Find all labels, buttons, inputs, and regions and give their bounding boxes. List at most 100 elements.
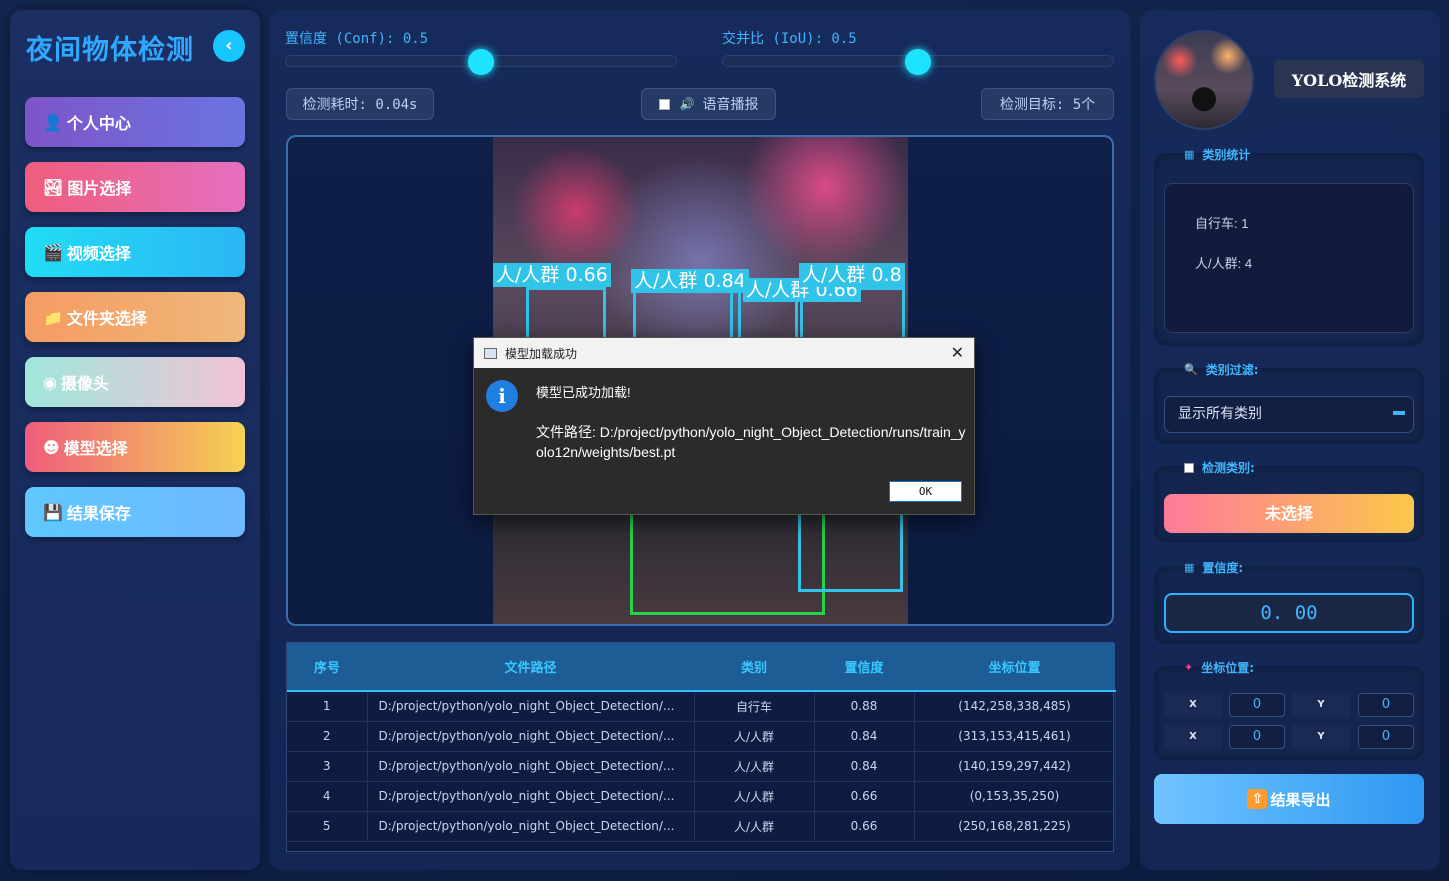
coord-y2-value: 0 <box>1358 725 1414 749</box>
filter-title-text: 类别过滤: <box>1205 363 1259 377</box>
stats-title-text: 类别统计 <box>1202 148 1251 162</box>
iou-slider[interactable] <box>722 49 1114 75</box>
conf-slider[interactable] <box>285 49 677 75</box>
close-icon[interactable]: ✕ <box>951 343 964 362</box>
nav-label: 文件夹选择 <box>66 309 147 328</box>
voice-label: 语音播报 <box>702 97 759 113</box>
cell-path: D:/project/python/yolo_night_Object_Dete… <box>367 751 695 781</box>
detection-time-box: 检测耗时: 0.04s <box>286 88 434 120</box>
nav-label: 结果保存 <box>66 504 131 523</box>
nav-personal-center-button[interactable]: 👤 个人中心 <box>25 97 245 147</box>
detect-class-title: 检测类别: <box>1184 459 1255 476</box>
cell-confidence: 0.84 <box>814 751 915 781</box>
coord-x2-label: X <box>1164 725 1222 749</box>
folder-icon: 📁 <box>43 307 63 327</box>
ok-button[interactable]: OK <box>889 481 962 502</box>
cell-confidence: 0.66 <box>814 781 915 811</box>
robot-icon: ☻ <box>43 437 60 457</box>
conf-slider-thumb[interactable] <box>468 49 494 75</box>
category-filter-select[interactable]: 显示所有类别 <box>1164 396 1414 433</box>
col-header[interactable]: 文件路径 <box>367 643 694 691</box>
stat-line: 自行车: 1 <box>1195 216 1249 231</box>
bar-chart-icon: ▦ <box>1184 561 1195 574</box>
coord-title: ✦ 坐标位置: <box>1184 659 1254 676</box>
nav-image-select-button[interactable]: 🏞 图片选择 <box>25 162 245 212</box>
detection-label: 人/人群 0.84 <box>631 269 749 293</box>
coord-title-text: 坐标位置: <box>1201 661 1255 675</box>
detection-box <box>630 507 825 615</box>
col-header[interactable]: 置信度 <box>814 643 914 691</box>
avatar <box>1154 30 1254 130</box>
image-icon: 🏞 <box>43 177 64 197</box>
detection-box <box>798 507 903 592</box>
col-header[interactable]: 序号 <box>287 643 367 691</box>
system-title: YOLO检测系统 <box>1274 60 1424 98</box>
confidence-title-text: 置信度: <box>1202 561 1244 575</box>
cell-coords: (313,153,415,461) <box>914 721 1116 751</box>
floppy-icon: 💾 <box>43 502 63 522</box>
coord-y-label: Y <box>1292 693 1350 717</box>
bar-chart-icon: ▦ <box>1184 148 1195 161</box>
info-icon: i <box>486 380 518 412</box>
detect-class-title-text: 检测类别: <box>1202 461 1255 475</box>
nav-label: 视频选择 <box>66 244 131 263</box>
table-row[interactable]: 4 D:/project/python/yolo_night_Object_De… <box>287 781 1116 811</box>
cell-class: 人/人群 <box>694 721 815 751</box>
nav-video-select-button[interactable]: 🎬 视频选择 <box>25 227 245 277</box>
chevron-left-icon[interactable]: ‹ <box>213 30 245 62</box>
coord-x-value: 0 <box>1229 693 1285 717</box>
voice-broadcast-toggle[interactable]: 🔊 语音播报 <box>641 88 776 120</box>
filter-value: 显示所有类别 <box>1178 406 1262 422</box>
table-row[interactable]: 3 D:/project/python/yolo_night_Object_De… <box>287 751 1116 781</box>
nav-folder-select-button[interactable]: 📁 文件夹选择 <box>25 292 245 342</box>
export-results-button[interactable]: ⇧ 结果导出 <box>1154 774 1424 824</box>
iou-slider-thumb[interactable] <box>905 49 931 75</box>
table-row[interactable]: 5 D:/project/python/yolo_night_Object_De… <box>287 811 1116 841</box>
nav-model-select-button[interactable]: ☻ 模型选择 <box>25 422 245 472</box>
dialog-title: 模型加载成功 <box>505 346 578 361</box>
window-icon <box>484 347 497 359</box>
cell-index: 1 <box>287 691 368 721</box>
voice-checkbox[interactable] <box>658 98 670 110</box>
coord-y2-label: Y <box>1292 725 1350 749</box>
magnifier-icon: 🔍 <box>1184 363 1198 376</box>
cell-class: 人/人群 <box>694 751 815 781</box>
nav-camera-button[interactable]: ◉ 摄像头 <box>25 357 245 407</box>
sidebar: 夜间物体检测 ‹ 👤 个人中心 🏞 图片选择 🎬 视频选择 📁 文件夹选择 ◉ … <box>10 10 260 870</box>
coord-y-value: 0 <box>1358 693 1414 717</box>
table-row[interactable]: 2 D:/project/python/yolo_night_Object_De… <box>287 721 1116 751</box>
filter-title: 🔍 类别过滤: <box>1184 361 1259 378</box>
cell-index: 2 <box>287 721 368 751</box>
table-row[interactable]: 1 D:/project/python/yolo_night_Object_De… <box>287 691 1116 721</box>
dialog-message: 模型已成功加载! <box>536 385 631 400</box>
detection-label: 人/人群 0.8 <box>799 263 905 287</box>
clapper-icon: 🎬 <box>43 242 63 262</box>
cell-confidence: 0.66 <box>814 811 915 841</box>
iou-slider-label: 交并比 (IoU): 0.5 <box>722 31 857 47</box>
cell-confidence: 0.84 <box>814 721 915 751</box>
speaker-icon: 🔊 <box>679 97 695 111</box>
nav-label: 个人中心 <box>66 114 131 133</box>
confidence-display: 0. 00 <box>1164 593 1414 633</box>
webcam-icon: ◉ <box>43 372 57 392</box>
cell-class: 自行车 <box>694 691 815 721</box>
pin-icon: ✦ <box>1184 661 1194 674</box>
nav-label: 摄像头 <box>60 374 109 393</box>
cell-coords: (140,159,297,442) <box>914 751 1116 781</box>
coord-x-label: X <box>1164 693 1222 717</box>
detect-class-button[interactable]: 未选择 <box>1164 494 1414 533</box>
cell-coords: (142,258,338,485) <box>914 691 1116 721</box>
cell-index: 3 <box>287 751 368 781</box>
results-table: 序号 文件路径 类别 置信度 坐标位置 1 D:/project/python/… <box>286 642 1116 852</box>
dialog-titlebar[interactable]: 模型加载成功 ✕ <box>474 338 974 368</box>
col-header[interactable]: 类别 <box>694 643 814 691</box>
cell-path: D:/project/python/yolo_night_Object_Dete… <box>367 721 695 751</box>
col-header[interactable]: 坐标位置 <box>914 643 1115 691</box>
app-title: 夜间物体检测 <box>26 35 194 66</box>
cell-path: D:/project/python/yolo_night_Object_Dete… <box>367 691 695 721</box>
nav-label: 模型选择 <box>63 439 128 458</box>
upload-arrow-icon: ⇧ <box>1247 789 1268 809</box>
user-icon: 👤 <box>43 112 63 132</box>
nav-save-results-button[interactable]: 💾 结果保存 <box>25 487 245 537</box>
conf-slider-label: 置信度 (Conf): 0.5 <box>285 31 429 47</box>
